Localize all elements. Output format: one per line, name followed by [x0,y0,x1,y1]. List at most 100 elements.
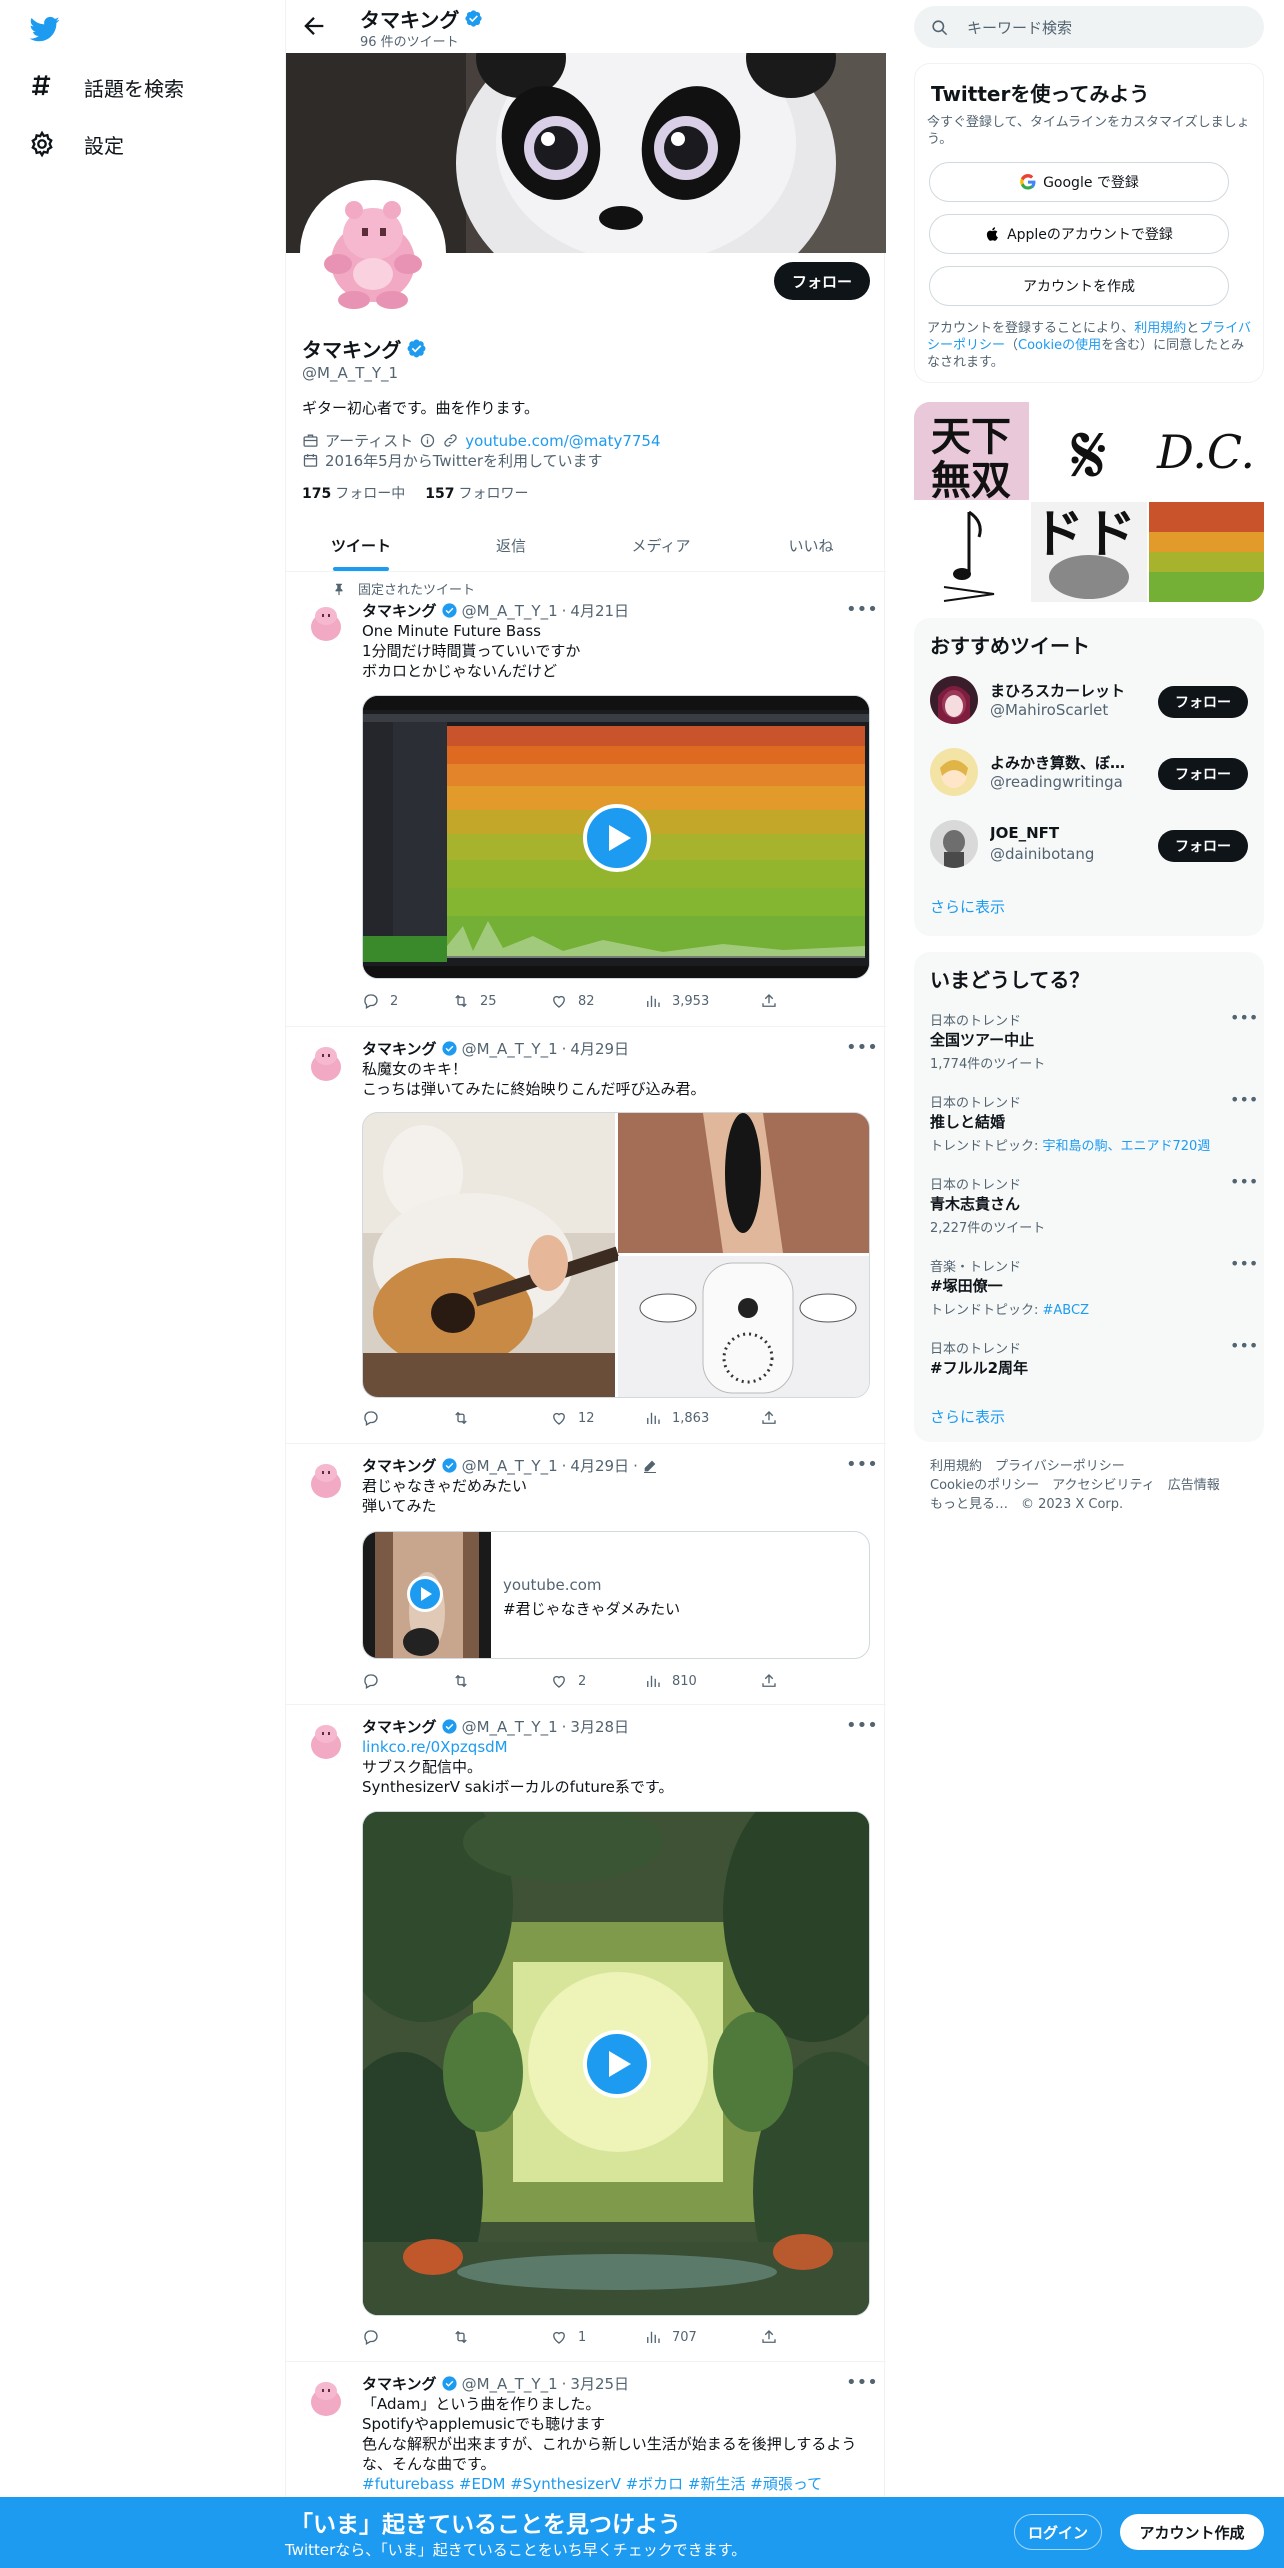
trend-name[interactable]: #フルル2周年 [930,1357,1028,1378]
followers-link[interactable]: 157 フォロワー [425,483,528,503]
more-options-icon[interactable]: ••• [846,1037,878,1061]
rec-follow-button[interactable]: フォロー [1158,686,1248,718]
like-action[interactable]: 2 [550,1672,644,1690]
twitter-bird-icon[interactable] [28,14,62,44]
tweet-avatar[interactable] [302,1039,350,1087]
profile-link[interactable]: youtube.com/@maty7754 [465,432,660,450]
profile-media-grid[interactable]: 天下 無双 𝄋 D.C. ドド [914,402,1264,602]
tweet-item[interactable]: 固定されたツイート タマキング @M_A_T_Y_1 · 4月21日 ••• O… [286,573,886,1027]
search-box[interactable]: キーワード検索 [914,6,1264,48]
trend-name[interactable]: 全国ツアー中止 [930,1029,1034,1050]
search-input[interactable]: キーワード検索 [967,17,1072,38]
trend-topic-link[interactable]: #ABCZ [1043,1303,1089,1318]
tweet-date[interactable]: 4月21日 [570,600,629,621]
trend-more-icon[interactable]: ••• [1230,1090,1258,1109]
back-arrow-icon[interactable] [300,12,328,40]
reply-action[interactable] [362,2328,452,2346]
rec-follow-button[interactable]: フォロー [1158,758,1248,790]
share-action[interactable] [760,992,778,1010]
rec-follow-button[interactable]: フォロー [1158,830,1248,862]
signup-button[interactable]: アカウント作成 [1120,2514,1264,2550]
nav-explore[interactable]: 話題を検索 [28,67,184,107]
edited-pencil-icon[interactable] [642,1458,658,1474]
trend-name[interactable]: 青木志貴さん [930,1193,1020,1214]
follow-button[interactable]: フォロー [774,262,870,300]
rec-name[interactable]: JOE_NFT [990,824,1140,842]
tweet-video[interactable] [362,695,870,979]
tweet-date[interactable]: 4月29日 [570,1038,629,1059]
retweet-action[interactable] [452,2328,550,2346]
tweet-author-name[interactable]: タマキング [362,600,437,621]
trend-more-icon[interactable]: ••• [1230,1172,1258,1191]
footer-line[interactable]: もっと見る… © 2023 X Corp. [930,1495,1220,1514]
retweet-action[interactable] [452,1409,550,1427]
rec-avatar[interactable] [930,676,978,724]
tweet-author-name[interactable]: タマキング [362,2373,437,2394]
play-button[interactable] [583,804,651,872]
like-action[interactable]: 82 [550,992,644,1010]
tab-media[interactable]: メディア [586,519,736,571]
tweet-item[interactable]: タマキング @M_A_T_Y_1 · 3月28日 ••• linkco.re/0… [286,1705,886,2362]
like-action[interactable]: 1 [550,2328,644,2346]
tweet-link[interactable]: linkco.re/0XpzqsdM [362,1737,872,1757]
tweet-date[interactable]: 4月29日 [570,1455,629,1476]
tweet-avatar[interactable] [302,599,350,647]
tweet-item[interactable]: タマキング @M_A_T_Y_1 · 4月29日 · ••• 君じゃなきゃだめみ… [286,1444,886,1705]
more-options-icon[interactable]: ••• [846,1715,878,1739]
more-options-icon[interactable]: ••• [846,1454,878,1478]
tweet-avatar[interactable] [302,2374,350,2422]
trend-more-icon[interactable]: ••• [1230,1008,1258,1027]
nav-settings[interactable]: 設定 [28,124,124,164]
trends-show-more[interactable]: さらに表示 [930,1406,1005,1427]
share-action[interactable] [760,1672,778,1690]
reply-action[interactable] [362,1409,452,1427]
play-button[interactable] [407,1576,443,1612]
like-action[interactable]: 12 [550,1409,644,1427]
google-signup-button[interactable]: Google で登録 [929,162,1229,202]
retweet-action[interactable] [452,1672,550,1690]
tab-tweets[interactable]: ツイート [286,519,436,571]
views-action[interactable]: 1,863 [644,1409,760,1427]
tweet-video[interactable] [362,1811,870,2316]
tweet-author-name[interactable]: タマキング [362,1038,437,1059]
tweet-item[interactable]: タマキング @M_A_T_Y_1 · 4月29日 ••• 私魔女のキキ！ こっち… [286,1027,886,1444]
login-button[interactable]: ログイン [1014,2514,1102,2550]
share-action[interactable] [760,2328,778,2346]
tweet-author-name[interactable]: タマキング [362,1455,437,1476]
rec-avatar[interactable] [930,820,978,868]
share-action[interactable] [760,1409,778,1427]
trend-topic-link[interactable]: 宇和島の駒、エニアド720週 [1043,1139,1211,1154]
rec-name[interactable]: まひろスカーレット [990,680,1140,701]
info-icon[interactable] [419,432,436,449]
trend-more-icon[interactable]: ••• [1230,1254,1258,1273]
tab-likes[interactable]: いいね [736,519,886,571]
views-action[interactable]: 3,953 [644,992,760,1010]
footer-line[interactable]: 利用規約 プライバシーポリシー [930,1457,1220,1476]
play-button[interactable] [583,2030,651,2098]
profile-avatar[interactable] [300,180,446,326]
following-link[interactable]: 175 フォロー中 [302,483,405,503]
more-options-icon[interactable]: ••• [846,2372,878,2396]
terms-link[interactable]: 利用規約 [1134,321,1186,336]
views-action[interactable]: 707 [644,2328,760,2346]
more-options-icon[interactable]: ••• [846,599,878,623]
reply-action[interactable] [362,1672,452,1690]
tweet-hashtags[interactable]: #futurebass #EDM #SynthesizerV #ボカロ #新生活… [362,2474,872,2494]
apple-signup-button[interactable]: Appleのアカウントで登録 [929,214,1229,254]
trend-name[interactable]: 推しと結婚 [930,1111,1005,1132]
link-card[interactable]: youtube.com #君じゃなきゃダメみたい [362,1531,870,1659]
tweet-photo-grid[interactable] [362,1112,870,1398]
tweet-author-name[interactable]: タマキング [362,1716,437,1737]
rec-avatar[interactable] [930,748,978,796]
tweet-date[interactable]: 3月28日 [570,1716,629,1737]
tab-replies[interactable]: 返信 [436,519,586,571]
retweet-action[interactable]: 25 [452,992,550,1010]
create-account-button[interactable]: アカウントを作成 [929,266,1229,306]
trend-name[interactable]: #塚田僚一 [930,1275,1003,1296]
tweet-avatar[interactable] [302,1456,350,1504]
rec-name[interactable]: よみかき算数、ぼく... [990,752,1140,773]
tweet-avatar[interactable] [302,1717,350,1765]
trend-more-icon[interactable]: ••• [1230,1336,1258,1355]
recommended-show-more[interactable]: さらに表示 [930,896,1005,917]
cookie-link[interactable]: Cookieの使用 [1018,338,1101,353]
